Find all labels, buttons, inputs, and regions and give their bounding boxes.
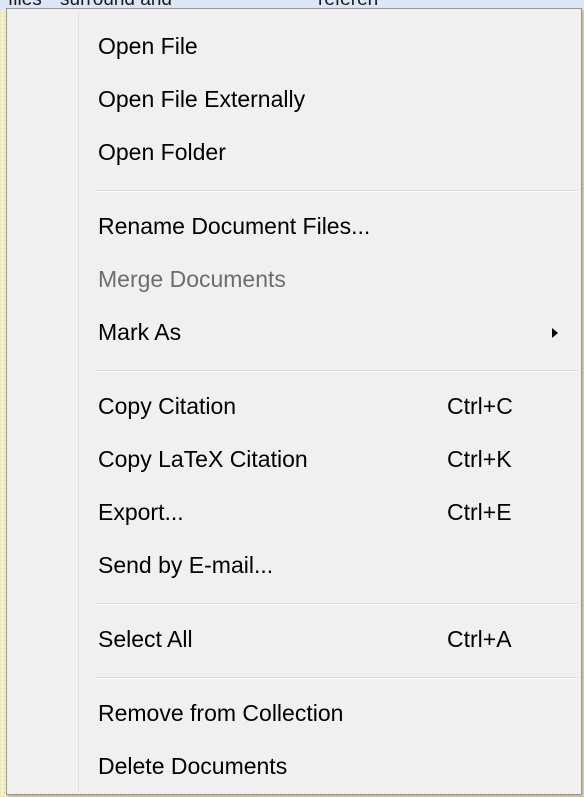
menu-item-label: Export... [98, 499, 184, 525]
menu-item-shortcut: Ctrl+A [447, 626, 512, 652]
menu-item-copy-citation[interactable]: Copy Citation Ctrl+C [10, 383, 578, 429]
submenu-arrow-icon [552, 328, 558, 338]
menu-item-label: Delete Documents [98, 753, 288, 779]
menu-item-select-all[interactable]: Select All Ctrl+A [10, 616, 578, 662]
menu-item-label: Remove from Collection [98, 700, 344, 726]
menu-item-copy-latex-citation[interactable]: Copy LaTeX Citation Ctrl+K [10, 436, 578, 482]
menu-item-label: Merge Documents [98, 266, 286, 292]
context-menu: Open File Open File Externally Open Fold… [6, 8, 582, 795]
menu-item-label: Open Folder [98, 139, 226, 165]
menu-separator [95, 603, 577, 605]
menu-item-open-file-externally[interactable]: Open File Externally [10, 76, 578, 122]
menu-item-label: Copy LaTeX Citation [98, 446, 308, 472]
menu-separator [95, 677, 577, 679]
menu-item-shortcut: Ctrl+K [447, 446, 512, 472]
menu-item-label: Rename Document Files... [98, 213, 371, 239]
menu-item-rename-document-files[interactable]: Rename Document Files... [10, 203, 578, 249]
menu-item-shortcut: Ctrl+C [447, 393, 513, 419]
menu-item-label: Send by E-mail... [98, 552, 274, 578]
menu-item-mark-as[interactable]: Mark As [10, 309, 578, 355]
menu-item-label: Open File Externally [98, 86, 306, 112]
menu-item-label: Mark As [98, 319, 182, 345]
menu-item-remove-from-collection[interactable]: Remove from Collection [10, 690, 578, 736]
menu-item-label: Copy Citation [98, 393, 237, 419]
menu-item-open-file[interactable]: Open File [10, 23, 578, 69]
menu-item-delete-documents[interactable]: Delete Documents [10, 743, 578, 789]
menu-item-open-folder[interactable]: Open Folder [10, 129, 578, 175]
menu-item-label: Open File [98, 33, 198, 59]
menu-item-send-by-email[interactable]: Send by E-mail... [10, 542, 578, 588]
menu-separator [95, 190, 577, 192]
menu-item-export[interactable]: Export... Ctrl+E [10, 489, 578, 535]
menu-item-label: Select All [98, 626, 193, 652]
menu-item-shortcut: Ctrl+E [447, 499, 512, 525]
menu-item-merge-documents: Merge Documents [10, 256, 578, 302]
menu-separator [95, 370, 577, 372]
